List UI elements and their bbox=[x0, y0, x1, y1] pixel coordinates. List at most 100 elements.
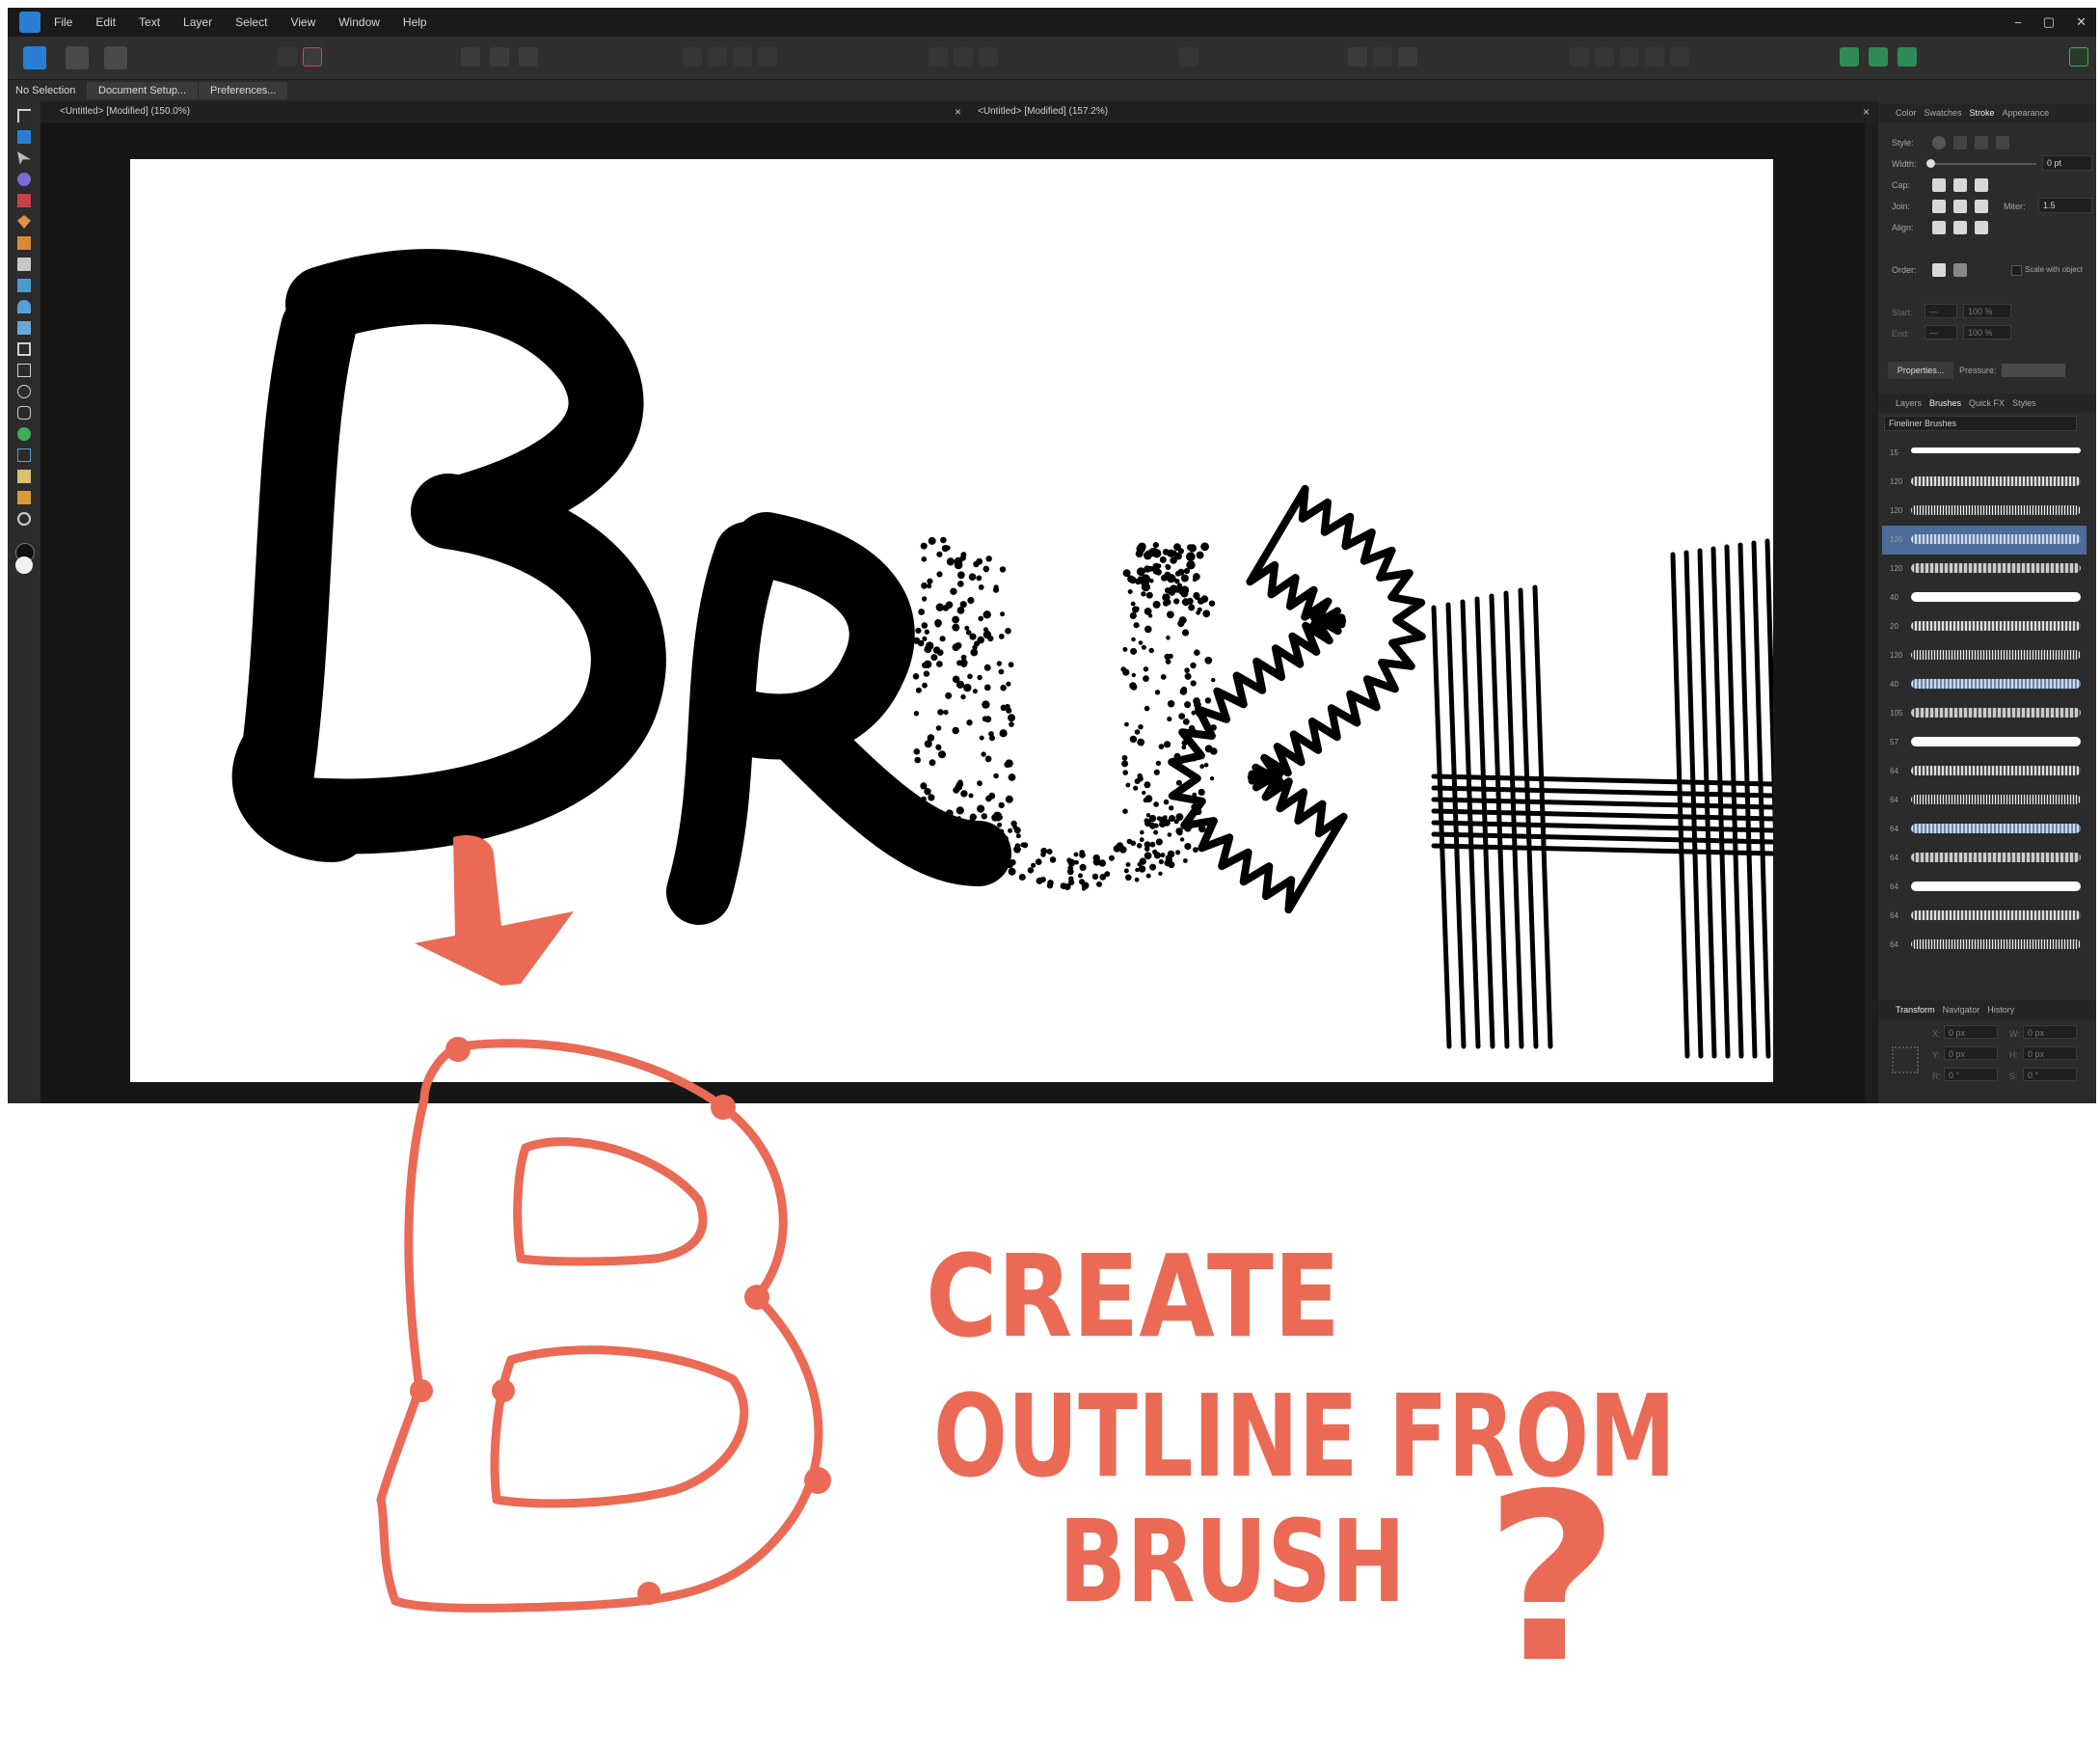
solid-line-icon[interactable] bbox=[1953, 136, 1967, 149]
zoom-tool-icon[interactable] bbox=[17, 512, 31, 526]
brush-preset[interactable]: 64 bbox=[1882, 902, 2087, 931]
document-setup-button[interactable]: Document Setup... bbox=[87, 82, 199, 99]
brush-preset[interactable]: 15 bbox=[1882, 439, 2087, 468]
arrange-icon[interactable] bbox=[1179, 47, 1198, 67]
miter-field[interactable]: 1.5 bbox=[2038, 198, 2092, 213]
brush-preset[interactable]: 64 bbox=[1882, 757, 2087, 786]
snapping-icon[interactable] bbox=[278, 47, 297, 67]
brush-preset[interactable]: 64 bbox=[1882, 873, 2087, 902]
stroke-behind-icon[interactable] bbox=[1932, 263, 1946, 277]
designer-persona-icon[interactable] bbox=[23, 46, 46, 69]
select-frame-icon[interactable] bbox=[490, 47, 509, 67]
flip-icon[interactable] bbox=[1595, 47, 1614, 67]
round-cap-icon[interactable] bbox=[1953, 178, 1967, 192]
mirror-icon[interactable] bbox=[1570, 47, 1589, 67]
brush-preset[interactable]: 57 bbox=[1882, 728, 2087, 757]
transform-origin-icon[interactable] bbox=[1670, 47, 1689, 67]
assistant-icon[interactable] bbox=[1840, 47, 1859, 67]
tab-history[interactable]: History bbox=[1987, 1005, 2014, 1015]
boolean-subtract-icon[interactable] bbox=[708, 47, 727, 67]
menu-view[interactable]: View bbox=[290, 15, 315, 29]
start-scale-field[interactable]: 100 % bbox=[1963, 304, 2011, 318]
menu-select[interactable]: Select bbox=[235, 15, 267, 29]
texture-line-icon[interactable] bbox=[1996, 136, 2009, 149]
rotate-left-icon[interactable] bbox=[1620, 47, 1639, 67]
menu-edit[interactable]: Edit bbox=[95, 15, 116, 29]
boolean-add-icon[interactable] bbox=[683, 47, 702, 67]
tab-quick-fx[interactable]: Quick FX bbox=[1969, 398, 2005, 408]
rotation-field[interactable]: 0 ° bbox=[1944, 1068, 1998, 1081]
brush-category-dropdown[interactable]: Fineliner Brushes bbox=[1884, 416, 2077, 431]
brush-preset[interactable]: 64 bbox=[1882, 931, 2087, 960]
align-center-stroke-icon[interactable] bbox=[1953, 221, 1967, 234]
select-inside-icon[interactable] bbox=[519, 47, 538, 67]
tab-navigator[interactable]: Navigator bbox=[1943, 1005, 1980, 1015]
restore-button[interactable]: ▢ bbox=[2043, 14, 2055, 30]
crop-tool-icon[interactable] bbox=[17, 342, 31, 356]
account-icon[interactable] bbox=[2069, 47, 2088, 67]
shape-tool-icon[interactable] bbox=[17, 427, 31, 441]
square-cap-icon[interactable] bbox=[1975, 178, 1988, 192]
artistic-text-tool-icon[interactable] bbox=[17, 448, 31, 462]
anchor-selector[interactable] bbox=[1892, 1046, 1919, 1073]
view-mode-icon[interactable] bbox=[303, 47, 322, 67]
end-scale-field[interactable]: 100 % bbox=[1963, 325, 2011, 339]
width-slider[interactable] bbox=[1930, 163, 2036, 165]
align-right-icon[interactable] bbox=[979, 47, 998, 67]
artboard-tool-icon[interactable] bbox=[17, 130, 31, 144]
arrowhead-start-dropdown[interactable]: — bbox=[1925, 304, 1957, 318]
dashed-line-icon[interactable] bbox=[1975, 136, 1988, 149]
tab-stroke[interactable]: Stroke bbox=[1970, 108, 1995, 118]
menu-help[interactable]: Help bbox=[403, 15, 427, 29]
rounded-rectangle-tool-icon[interactable] bbox=[17, 406, 31, 420]
brush-preset[interactable]: 64 bbox=[1882, 786, 2087, 815]
pencil-tool-icon[interactable] bbox=[17, 236, 31, 250]
width-field[interactable]: 0 pt bbox=[2042, 155, 2092, 171]
tab-transform[interactable]: Transform bbox=[1896, 1005, 1935, 1015]
tab-layers[interactable]: Layers bbox=[1896, 398, 1922, 408]
brush-preset[interactable]: 120 bbox=[1882, 555, 2087, 583]
rectangle-tool-icon[interactable] bbox=[17, 364, 31, 377]
place-image-tool-icon[interactable] bbox=[17, 321, 31, 335]
preferences-button[interactable]: Preferences... bbox=[199, 82, 288, 99]
snap-grid-icon[interactable] bbox=[1348, 47, 1367, 67]
preferences-icon[interactable] bbox=[1898, 47, 1917, 67]
y-field[interactable]: 0 px bbox=[1944, 1046, 1998, 1060]
brush-preset[interactable]: 64 bbox=[1882, 815, 2087, 844]
tab-document-1[interactable]: <Untitled> [Modified] (150.0%) bbox=[60, 101, 190, 122]
vector-brush-tool-icon[interactable] bbox=[17, 258, 31, 271]
export-persona-icon[interactable] bbox=[104, 46, 127, 69]
brush-preset[interactable]: 120 bbox=[1882, 497, 2087, 526]
brush-preset[interactable]: 64 bbox=[1882, 844, 2087, 873]
brush-preset[interactable]: 105 bbox=[1882, 699, 2087, 728]
tab-swatches[interactable]: Swatches bbox=[1925, 108, 1962, 118]
tab-brushes[interactable]: Brushes bbox=[1929, 398, 1961, 408]
pressure-graph[interactable] bbox=[2002, 364, 2065, 377]
affinity-designer-logo-icon[interactable] bbox=[19, 12, 40, 33]
view-tool-icon[interactable] bbox=[17, 491, 31, 504]
transparency-tool-icon[interactable] bbox=[17, 300, 31, 313]
arrowhead-end-dropdown[interactable]: — bbox=[1925, 325, 1957, 339]
align-inside-icon[interactable] bbox=[1932, 221, 1946, 234]
brush-preset[interactable]: 120 bbox=[1882, 526, 2087, 555]
x-field[interactable]: 0 px bbox=[1944, 1025, 1998, 1039]
pixel-persona-icon[interactable] bbox=[66, 46, 89, 69]
tab-document-2[interactable]: <Untitled> [Modified] (157.2%) bbox=[978, 101, 1108, 122]
h-field[interactable]: 0 px bbox=[2023, 1046, 2077, 1060]
close-tab-1-icon[interactable]: × bbox=[955, 101, 961, 122]
brush-preset[interactable]: 20 bbox=[1882, 612, 2087, 641]
align-center-icon[interactable] bbox=[954, 47, 973, 67]
fill-color-well[interactable] bbox=[15, 556, 33, 574]
menu-file[interactable]: File bbox=[54, 15, 72, 29]
minimize-button[interactable]: − bbox=[2014, 15, 2022, 30]
w-field[interactable]: 0 px bbox=[2023, 1025, 2077, 1039]
rotate-right-icon[interactable] bbox=[1645, 47, 1664, 67]
width-slider-handle[interactable] bbox=[1926, 159, 1935, 168]
artboard[interactable] bbox=[130, 159, 1773, 1082]
vertical-scrollbar[interactable] bbox=[1865, 122, 1877, 1103]
brush-preset[interactable]: 40 bbox=[1882, 583, 2087, 612]
butt-cap-icon[interactable] bbox=[1932, 178, 1946, 192]
properties-button[interactable]: Properties... bbox=[1888, 362, 1953, 379]
move-tool-icon[interactable] bbox=[17, 109, 31, 122]
node-tool-icon[interactable] bbox=[17, 151, 31, 165]
